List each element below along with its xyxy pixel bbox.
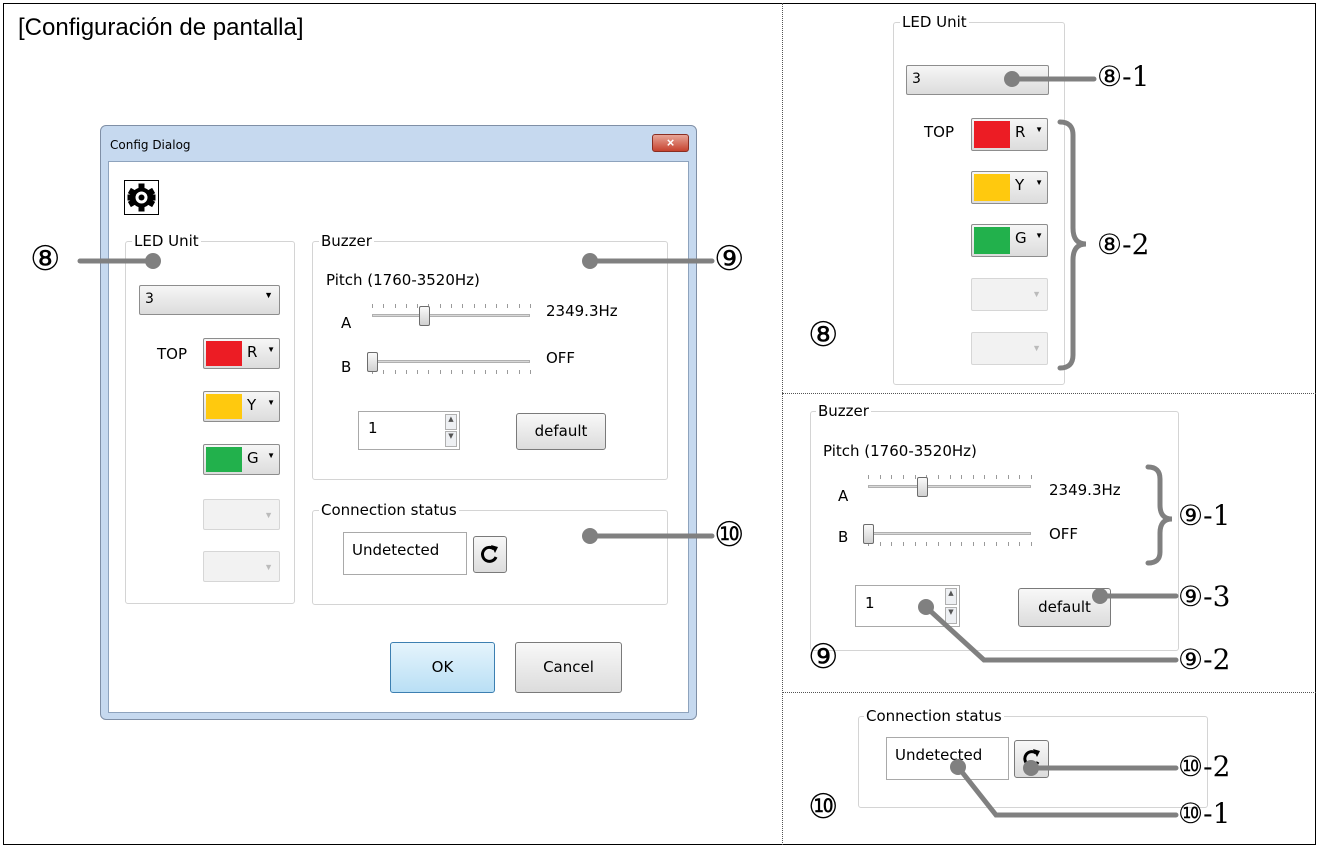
leader-lines [77,71,1179,818]
